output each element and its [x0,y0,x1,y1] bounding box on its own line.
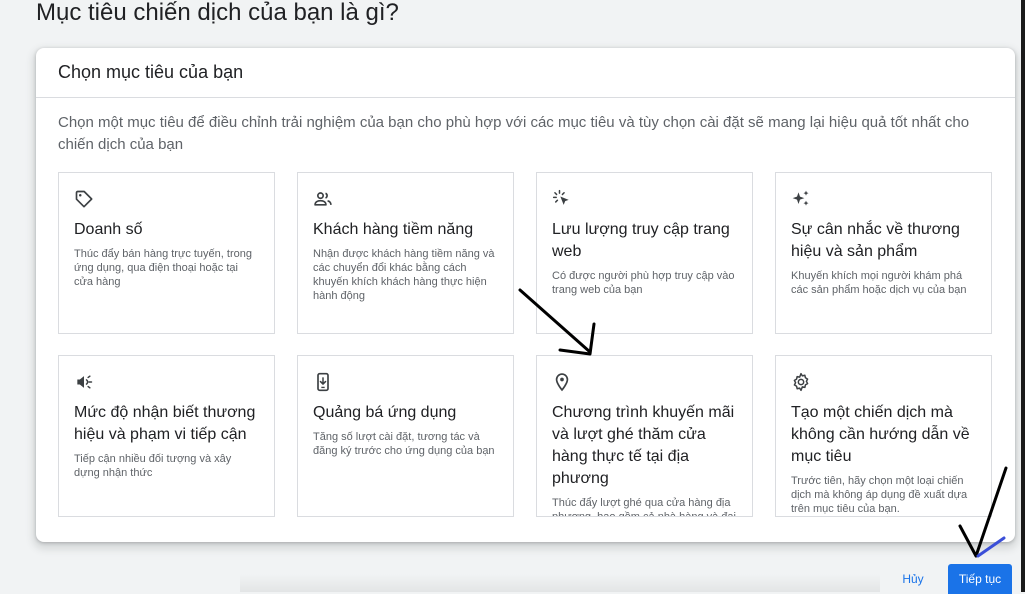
goal-title: Doanh số [74,221,143,238]
goal-title: Mức độ nhận biết thương hiệu và phạm vi … [74,404,256,443]
goal-tile-sales[interactable]: Doanh số Thúc đẩy bán hàng trực tuyến, t… [58,172,275,334]
goal-title: Tạo một chiến dịch mà không cần hướng dẫ… [791,404,970,465]
card-header: Chọn mục tiêu của bạn [36,48,1015,98]
gear-icon [791,372,811,392]
phone-download-icon [313,372,333,392]
location-pin-icon [552,372,572,392]
goal-description: Tiếp cận nhiều đối tượng và xây dựng nhậ… [74,453,232,479]
page-title: Mục tiêu chiến dịch của bạn là gì? [36,0,399,26]
goal-selection-card: Chọn mục tiêu của bạn Chọn một mục tiêu … [36,48,1015,542]
card-title: Chọn mục tiêu của bạn [58,62,244,82]
goal-title: Khách hàng tiềm năng [313,221,474,238]
goal-description: Có được người phù hợp truy cập vào trang… [552,270,735,296]
people-icon [313,189,333,209]
goal-description: Thúc đẩy bán hàng trực tuyến, trong ứng … [74,248,252,288]
goal-description: Trước tiên, hãy chọn một loại chiến dịch… [791,475,968,515]
sparkle-icon [791,189,811,209]
cancel-button[interactable]: Hủy [890,566,936,592]
continue-button[interactable]: Tiếp tục [948,564,1012,594]
goal-tile-consideration[interactable]: Sự cân nhắc về thương hiệu và sản phẩm K… [775,172,992,334]
goal-description: Khuyến khích mọi người khám phá các sản … [791,270,967,296]
goal-title: Chương trình khuyến mãi và lượt ghé thăm… [552,404,735,487]
goal-title: Quảng bá ứng dụng [313,404,457,421]
window-edge [1021,0,1025,592]
goal-tile-website-traffic[interactable]: Lưu lượng truy cập trang web Có được ngư… [536,172,753,334]
goal-tile-app-promotion[interactable]: Quảng bá ứng dụng Tăng số lượt cài đặt, … [297,355,514,517]
goal-tile-no-guidance[interactable]: Tạo một chiến dịch mà không cần hướng dẫ… [775,355,992,517]
goal-description: Thúc đẩy lượt ghé qua cửa hàng địa phươn… [552,497,736,517]
goal-description: Nhận được khách hàng tiềm năng và các ch… [313,248,495,302]
goal-tile-awareness[interactable]: Mức độ nhận biết thương hiệu và phạm vi … [58,355,275,517]
tag-icon [74,189,94,209]
goal-tile-leads[interactable]: Khách hàng tiềm năng Nhận được khách hàn… [297,172,514,334]
footer-shadow [240,574,880,592]
cursor-click-icon [552,189,572,209]
goal-title: Sự cân nhắc về thương hiệu và sản phẩm [791,221,960,260]
megaphone-icon [74,372,94,392]
goal-description: Tăng số lượt cài đặt, tương tác và đăng … [313,431,495,457]
card-description: Chọn một mục tiêu để điều chỉnh trải ngh… [58,114,970,153]
goal-tile-local-store[interactable]: Chương trình khuyến mãi và lượt ghé thăm… [536,355,753,517]
goal-title: Lưu lượng truy cập trang web [552,221,730,260]
